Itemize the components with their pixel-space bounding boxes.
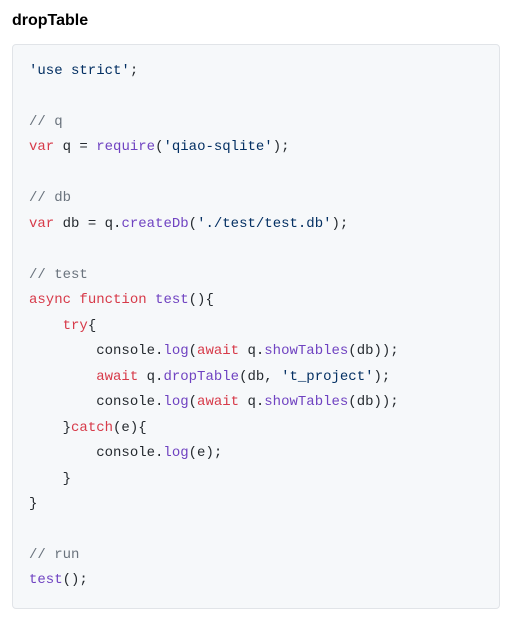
code-line: // test [29, 267, 88, 283]
code-line: var q = require('qiao-sqlite'); [29, 139, 290, 155]
code-line: // q [29, 114, 63, 130]
code-line: await q.dropTable(db, 't_project'); [29, 369, 390, 385]
section-heading: dropTable [12, 12, 500, 30]
code-line: var db = q.createDb('./test/test.db'); [29, 216, 348, 232]
code-line: }catch(e){ [29, 420, 147, 436]
code-block: 'use strict'; // q var q = require('qiao… [12, 44, 500, 609]
code-line: 'use strict'; [29, 63, 138, 79]
code-line: console.log(await q.showTables(db)); [29, 343, 399, 359]
code-line: } [29, 496, 37, 512]
code-line: console.log(await q.showTables(db)); [29, 394, 399, 410]
code-line: // run [29, 547, 79, 563]
code-line: async function test(){ [29, 292, 214, 308]
code-line: console.log(e); [29, 445, 222, 461]
code-line: test(); [29, 572, 88, 588]
code-line: try{ [29, 318, 96, 334]
code-line: // db [29, 190, 71, 206]
code-line: } [29, 471, 71, 487]
